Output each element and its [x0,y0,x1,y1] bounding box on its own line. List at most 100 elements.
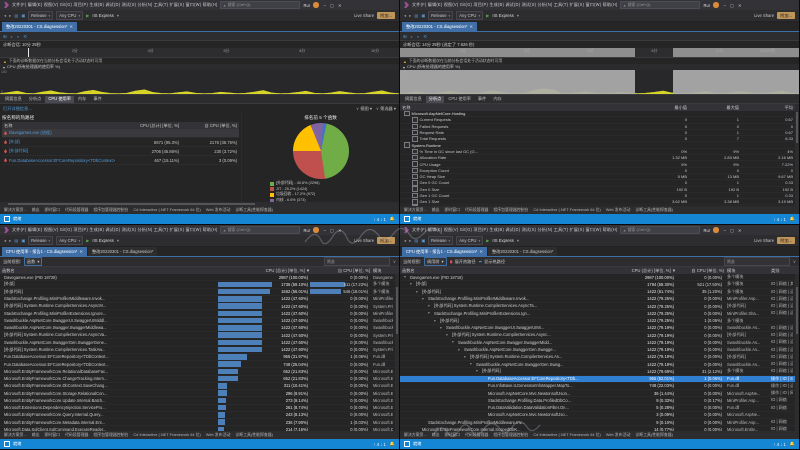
function-row[interactable]: Microsoft.EntityFrameworkCore.Update.Int… [0,397,395,404]
live-share-button[interactable]: Live Share [354,238,374,243]
function-row[interactable]: Microsoft.Data.SqlClient.SqlCommand.Exec… [0,426,395,431]
vertical-scrollbar[interactable] [795,274,799,431]
save-icon[interactable]: ▣ [21,13,25,18]
selection-overlay-left[interactable] [400,48,635,57]
menu-bar[interactable]: 文件(F) 编辑(E) 视图(V) Git(G) 项目(P) 生成(B) 调试(… [12,2,217,8]
expander-icon[interactable]: ▾ [434,319,438,323]
new-file-icon[interactable]: ▤ [14,238,18,243]
current-view-dropdown[interactable]: 函数▾ [24,257,43,266]
navigate-back-icon[interactable]: ◂ [404,13,406,18]
live-share-button[interactable]: Live Share [354,13,374,18]
close-icon[interactable]: ✕ [479,249,483,254]
run-target-label[interactable]: IIS Express [92,238,113,243]
start-debug-icon[interactable]: ▶ [86,238,89,243]
tab-summary[interactable]: 摘要信息 [402,96,425,103]
function-row[interactable]: Microsoft.EntityFrameworkCore.Relational… [0,368,395,375]
function-row[interactable]: Swashbuckle.AspNetCore.SwaggerGen.Swagge… [0,339,395,346]
counter-checkbox[interactable] [412,124,418,130]
window-controls[interactable]: – ▢ ✕ [324,3,343,8]
diagnostics-tool-icon[interactable]: ⌕ [417,34,419,39]
diagnostics-tool-icon[interactable]: ⊞ [3,34,7,39]
run-target-label[interactable]: IIS Express [492,238,513,243]
bell-icon[interactable]: 🔔 [790,216,795,222]
navigate-back-icon[interactable]: ◂ [4,238,6,243]
timeline-cursor[interactable] [28,48,29,57]
tab-memory[interactable]: 内存 [75,96,89,103]
tool-window-tab[interactable]: Web 发布活动 [606,207,631,213]
tool-window-tab[interactable]: 即时窗口 [444,207,460,213]
navigate-forward-icon[interactable]: ▸ [9,238,11,243]
tool-window-tab[interactable]: 代码段管理器 [65,432,88,438]
tool-window-tab[interactable]: C# Interactive (.NET Framework 64 位) [133,432,200,438]
tab-diagsession[interactable]: 整改20220301 - CS.diagsession* [88,247,157,256]
tool-window-tab[interactable]: 诊断工具(性能探查器) [635,432,673,438]
tab-cpu-usage[interactable]: CPU 使用率 [445,96,474,103]
function-table-header[interactable]: 函数名 CPU (总计) [单位, %] ▼ 自 CPU [单位, %] 模块 [0,267,399,274]
tool-window-tab[interactable]: 解决方案资... [404,207,427,213]
configuration-dropdown[interactable]: Release▾ [428,11,453,20]
tool-window-tab[interactable]: 即时窗口 [44,432,60,438]
call-tree-row[interactable]: ▾StackExchange.Profiling.MiniProfilerExt… [400,310,795,317]
diagnostics-tool-icon[interactable]: ⌕ [411,34,413,39]
menu-bar[interactable]: 文件(F) 编辑(E) 视图(V) Git(G) 项目(P) 生成(B) 调试(… [412,227,617,233]
platform-dropdown[interactable]: Any CPU▾ [56,11,83,20]
cpu-usage-graph[interactable]: 100 0 [400,70,799,95]
window-controls[interactable]: – ▢ ✕ [324,228,343,233]
expander-icon[interactable]: ▾ [410,282,414,286]
git-sync-status[interactable]: ↑ 4 ↓ 1 [773,442,785,447]
function-row[interactable]: Swashbuckle.AspNetCore.SwaggerUI.Swagger… [0,318,395,325]
call-tree-row[interactable]: StackExchange.Profiling.Data.ProfiledDbC… [400,397,795,404]
save-icon[interactable]: ▣ [421,13,425,18]
window-controls[interactable]: – ▢ ✕ [724,228,743,233]
counter-checkbox[interactable] [412,174,418,180]
attach-button[interactable]: 附加... [777,237,795,244]
expander-icon[interactable]: ▾ [464,355,468,359]
filter-input[interactable]: 筛选 [724,257,790,266]
window-controls[interactable]: – ▢ ✕ [724,3,743,8]
call-tree-row[interactable]: ▾StackExchange.Profiling.MiniProfilerMid… [400,296,795,303]
current-view-dropdown[interactable]: 调用树▾ [424,257,447,266]
tab-memory[interactable]: 内存 [490,96,504,103]
account-avatar[interactable] [713,227,719,233]
account-avatar[interactable] [313,227,319,233]
function-row[interactable]: Microsoft.EntityFrameworkCore.ChangeTrac… [0,376,395,383]
new-file-icon[interactable]: ▤ [414,238,418,243]
function-row[interactable]: Davegames.exe (PID 18728) 2987 (100.00%)… [0,274,395,281]
counter-checkbox[interactable] [412,117,418,123]
tab-cpu-report[interactable]: CPU 使用率 - 报告1 - CS.diagsession*✕ [402,247,487,256]
call-tree-row[interactable]: ▾[外部] 1794 (59.30%) 521 (17.50%) 多个模块 IO… [400,281,795,288]
counter-checkbox[interactable] [412,180,418,186]
counter-checkbox[interactable] [412,186,418,192]
chevron-down-icon[interactable]: ▾ [517,238,519,243]
tab-diagsession[interactable]: 整改20220301 - CS.diagsession* [488,247,557,256]
tab-diagsession[interactable]: 整改20220301 - CS.diagsession*✕ [2,22,77,31]
tool-window-tab[interactable]: 诊断工具(性能探查器) [235,432,273,438]
tab-insights[interactable]: 分析点 [26,96,45,103]
call-tree-row[interactable]: ▾[外部代码] System.Runtime.CompilerServices.… [400,332,795,339]
live-share-button[interactable]: Live Share [754,238,774,243]
call-tree-row[interactable]: ▾[外部代码] System.Runtime.CompilerServices.… [400,354,795,361]
function-row[interactable]: StackExchange.Profiling.MiniProfilerExte… [0,310,395,317]
tool-window-tab[interactable]: C# Interactive (.NET Framework 64 位) [533,207,600,213]
save-icon[interactable]: ▣ [421,238,425,243]
funnel-icon[interactable]: ⋎ [393,259,396,264]
counter-checkbox[interactable] [412,149,418,155]
expander-icon[interactable]: ▾ [452,340,456,344]
counter-checkbox[interactable] [412,193,418,199]
counter-checkbox[interactable] [412,130,418,136]
horizontal-scrollbar[interactable] [0,202,399,206]
call-tree-row[interactable]: Fun.DataValidation.DataValidationFilter.… [400,405,795,412]
counter-checkbox[interactable] [412,136,418,142]
navigate-back-icon[interactable]: ◂ [404,238,406,243]
attach-button[interactable]: 附加... [377,237,395,244]
tab-events[interactable]: 事件 [90,96,104,103]
top-functions-pie-chart[interactable] [293,123,349,179]
call-tree-row[interactable]: ▾[外部代码] System.Runtime.CompilerServices.… [400,303,795,310]
tool-window-tab[interactable]: 解决方案资... [4,207,27,213]
selection-overlay-left[interactable] [400,70,635,94]
expander-icon[interactable]: ▾ [470,362,474,366]
search-box[interactable]: ⌕搜索 (Ctrl+Q) [220,226,300,235]
configuration-dropdown[interactable]: Release▾ [28,11,53,20]
tool-window-tab[interactable]: 诊断工具(性能探查器) [635,207,673,213]
navigate-forward-icon[interactable]: ▸ [409,13,411,18]
